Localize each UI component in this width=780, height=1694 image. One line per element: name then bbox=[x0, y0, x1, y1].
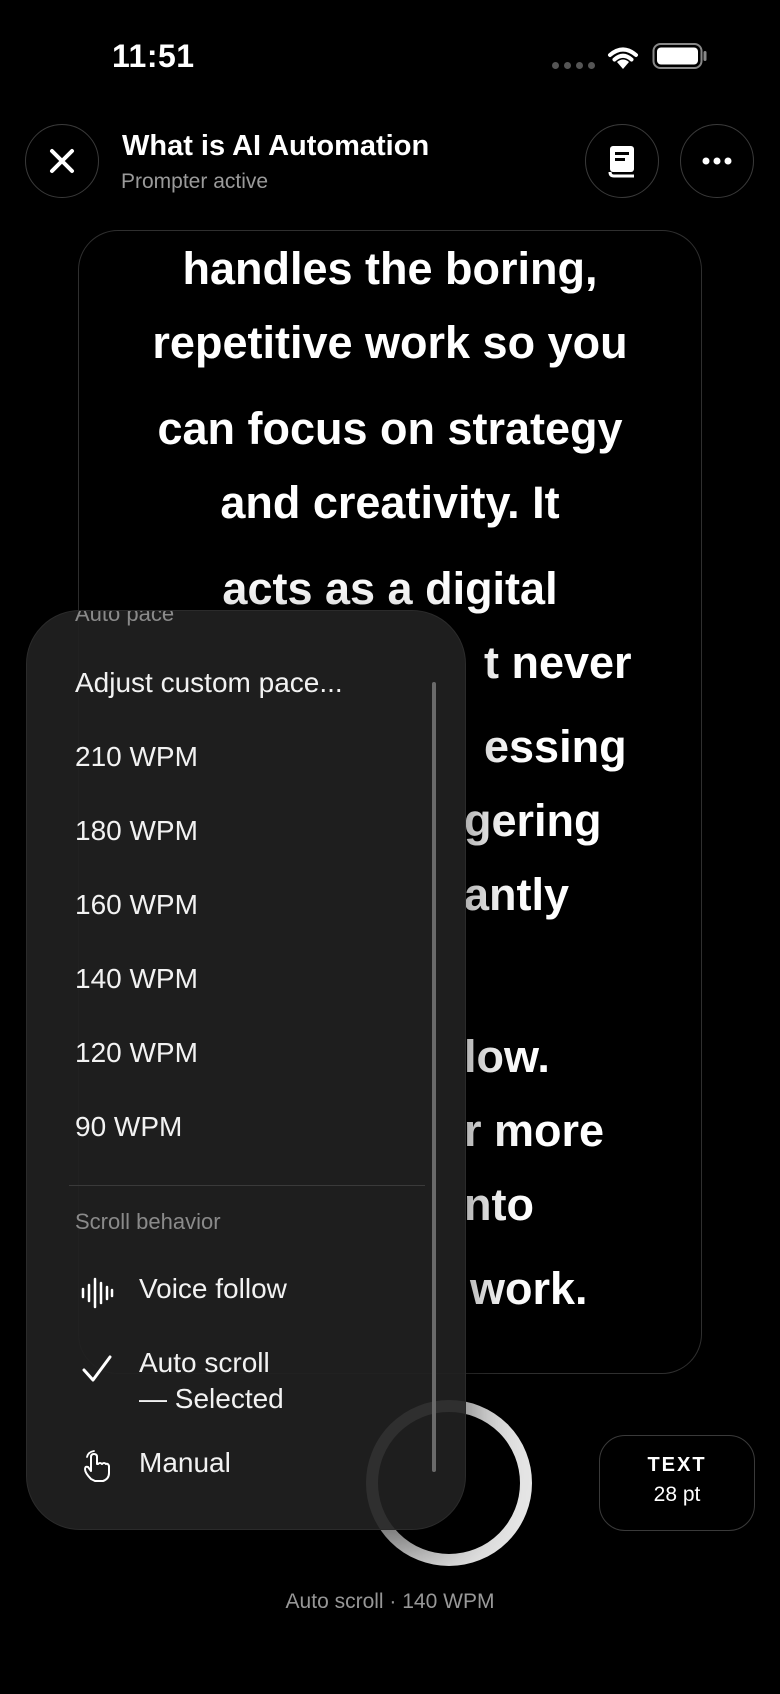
close-button[interactable] bbox=[25, 124, 99, 198]
pace-option-140[interactable]: 140 WPM bbox=[75, 963, 198, 995]
pace-option-210[interactable]: 210 WPM bbox=[75, 741, 198, 773]
waveform-icon bbox=[81, 1277, 114, 1309]
prompter-line: acts as a digital bbox=[222, 563, 558, 614]
prompter-line: nto bbox=[464, 1179, 534, 1230]
prompter-line: and creativity. It bbox=[220, 477, 560, 528]
auto-scroll-selected-label: — Selected bbox=[139, 1383, 284, 1414]
prompter-line: antly bbox=[464, 869, 570, 920]
prompter-line: r more bbox=[464, 1105, 605, 1156]
scroll-behavior-label: Scroll behavior bbox=[75, 1209, 221, 1234]
manual-option[interactable]: Manual bbox=[139, 1447, 231, 1479]
prompter-line: can focus on strategy bbox=[157, 403, 623, 454]
pace-option-160[interactable]: 160 WPM bbox=[75, 889, 198, 921]
prompter-line: gering bbox=[464, 795, 602, 846]
scroll-status: Auto scroll · 140 WPM bbox=[285, 1590, 495, 1613]
battery-icon bbox=[652, 43, 707, 69]
hand-pointer-icon bbox=[84, 1450, 110, 1482]
script-library-button[interactable] bbox=[585, 124, 659, 198]
prompter-line: handles the boring, bbox=[182, 243, 598, 294]
more-options-button[interactable] bbox=[680, 124, 754, 198]
pace-option-120[interactable]: 120 WPM bbox=[75, 1037, 198, 1069]
wifi-icon bbox=[608, 47, 638, 69]
prompter-line: essing bbox=[484, 721, 627, 772]
prompter-line: repetitive work so you bbox=[152, 317, 628, 368]
menu-divider bbox=[69, 1185, 425, 1186]
pace-menu: Auto pace Adjust custom pace... 210 WPM … bbox=[26, 610, 466, 1530]
prompter-line: t never bbox=[484, 637, 632, 688]
cellular-signal-icon bbox=[552, 62, 595, 69]
auto-scroll-option[interactable]: Auto scroll bbox=[139, 1347, 270, 1379]
page-subtitle: Prompter active bbox=[121, 170, 269, 193]
text-size-label: TEXT bbox=[647, 1454, 707, 1476]
close-icon bbox=[50, 149, 74, 173]
text-size-value: 28 pt bbox=[653, 1483, 701, 1506]
page-title: What is AI Automation bbox=[122, 130, 430, 162]
pace-option-90[interactable]: 90 WPM bbox=[75, 1111, 182, 1143]
custom-pace-item[interactable]: Adjust custom pace... bbox=[75, 667, 343, 699]
prompter-line: low. bbox=[464, 1031, 550, 1082]
checkmark-icon bbox=[82, 1355, 112, 1382]
voice-follow-option[interactable]: Voice follow bbox=[139, 1273, 287, 1305]
auto-pace-label: Auto pace bbox=[75, 610, 175, 626]
text-size-button[interactable]: TEXT 28 pt bbox=[599, 1435, 755, 1531]
menu-scrollbar[interactable] bbox=[432, 682, 436, 1472]
prompter-line: work. bbox=[470, 1263, 588, 1314]
book-icon bbox=[608, 146, 634, 178]
status-time: 11:51 bbox=[112, 38, 195, 74]
pace-option-180[interactable]: 180 WPM bbox=[75, 815, 198, 847]
more-icon bbox=[702, 157, 732, 165]
